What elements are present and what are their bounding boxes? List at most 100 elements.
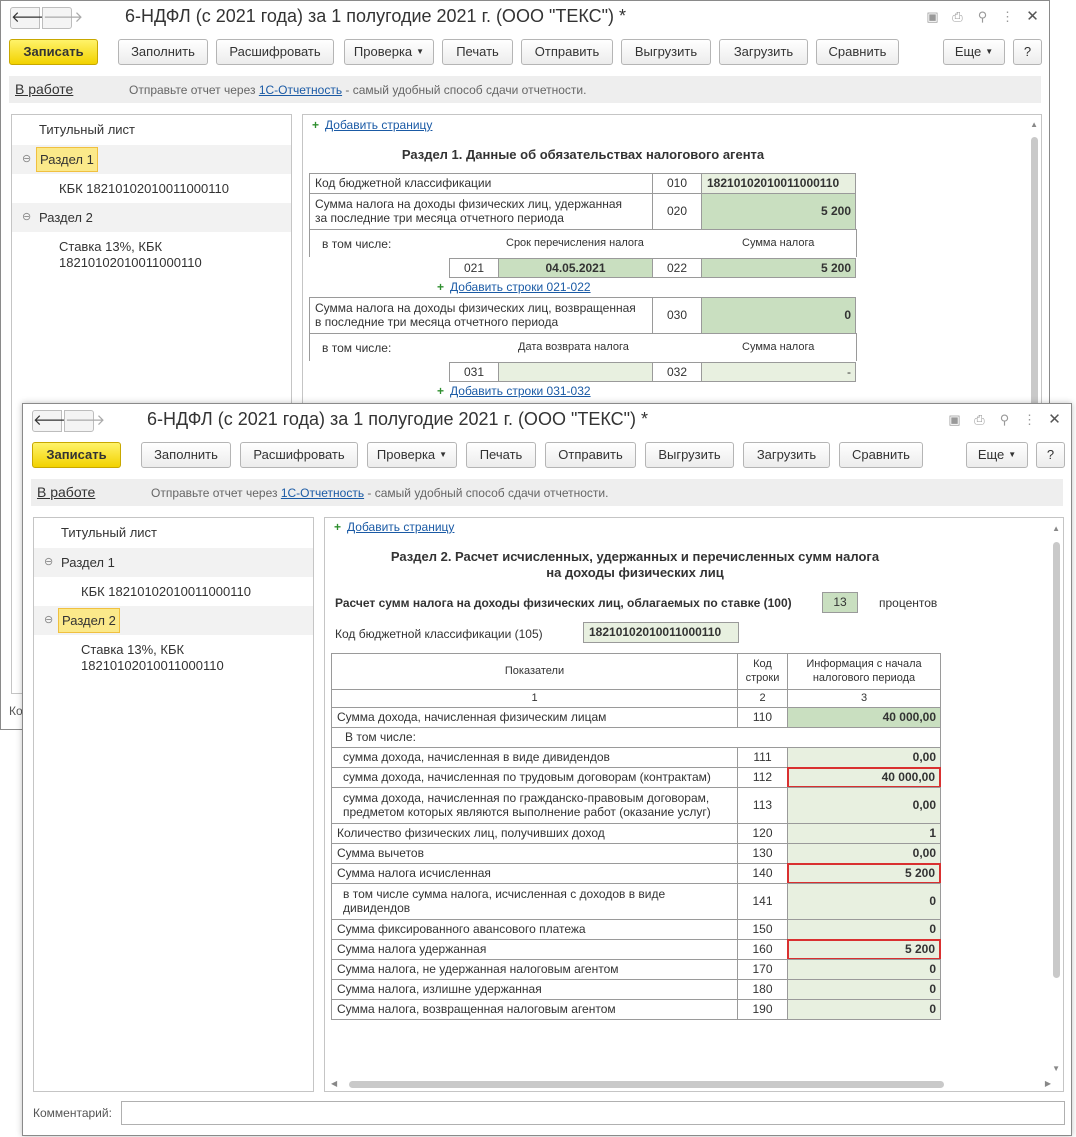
decode-button[interactable]: Расшифровать — [240, 442, 358, 468]
tree-item-title-sheet[interactable]: Титульный лист — [34, 518, 313, 547]
more-icon[interactable]: ⋮ — [1021, 411, 1038, 428]
decode-button[interactable]: Расшифровать — [216, 39, 334, 65]
collapse-icon[interactable]: ⊖ — [44, 613, 53, 626]
tree-item-kbk[interactable]: КБК 18210102010011000110 — [12, 174, 291, 203]
forward-arrow-icon[interactable]: 🡒 — [42, 7, 83, 29]
collapse-icon[interactable]: ⊖ — [22, 152, 31, 165]
tree-item-section1[interactable]: ⊖ Раздел 1 — [12, 145, 291, 174]
row-031-date-field[interactable] — [498, 362, 653, 382]
add-page-link[interactable]: + Добавить страницу — [312, 118, 432, 132]
add-page-link[interactable]: + Добавить страницу — [334, 520, 454, 534]
rate-field[interactable]: 13 — [822, 592, 858, 613]
toolbar: Записать Заполнить Расшифровать Проверка… — [31, 442, 1065, 470]
save-button[interactable]: Записать — [32, 442, 121, 468]
withheld-line-code: 020 — [652, 193, 702, 230]
collapse-icon[interactable]: ⊖ — [22, 210, 31, 223]
tree-item-label: 18210102010011000110 — [81, 658, 224, 673]
compare-button[interactable]: Сравнить — [816, 39, 899, 65]
sum-header: Сумма налога — [742, 237, 815, 249]
returned-field[interactable]: 0 — [701, 297, 856, 334]
tree-item-kbk[interactable]: КБК 18210102010011000110 — [34, 577, 313, 606]
row-141-value[interactable]: 0 — [787, 883, 941, 920]
info-message-prefix: Отправьте отчет через — [129, 83, 259, 97]
row-170-value[interactable]: 0 — [787, 959, 941, 980]
send-button[interactable]: Отправить — [545, 442, 636, 468]
row-150-value[interactable]: 0 — [787, 919, 941, 940]
add-rows-031-link[interactable]: + Добавить строки 031-032 — [437, 384, 591, 398]
comment-input[interactable] — [121, 1101, 1065, 1125]
close-icon[interactable]: ✕ — [1046, 411, 1063, 428]
including-label: В том числе: — [331, 727, 941, 748]
row-130-value[interactable]: 0,00 — [787, 843, 941, 864]
row-021-date-field[interactable]: 04.05.2021 — [498, 258, 653, 278]
tree-item-section1[interactable]: ⊖ Раздел 1 — [34, 548, 313, 577]
collapse-icon[interactable]: ⊖ — [44, 555, 53, 568]
window-title: 6-НДФЛ (с 2021 года) за 1 полугодие 2021… — [147, 409, 649, 429]
more-dropdown-button[interactable]: Еще ▼ — [966, 442, 1028, 468]
horizontal-scrollbar[interactable] — [349, 1081, 944, 1088]
import-button[interactable]: Загрузить — [743, 442, 830, 468]
send-button[interactable]: Отправить — [521, 39, 613, 65]
preview-icon[interactable]: ⚲ — [996, 411, 1013, 428]
vertical-scrollbar[interactable] — [1053, 542, 1060, 978]
kbk-line-code: 010 — [652, 173, 702, 194]
back-arrow-icon[interactable]: 🡐 — [10, 7, 51, 29]
more-icon[interactable]: ⋮ — [999, 8, 1016, 25]
scroll-up-icon[interactable]: ▲ — [1052, 524, 1060, 533]
compare-button[interactable]: Сравнить — [839, 442, 923, 468]
more-dropdown-button[interactable]: Еще ▼ — [943, 39, 1005, 65]
sum-header: Сумма налога — [742, 341, 815, 353]
scroll-right-icon[interactable]: ▶ — [1045, 1079, 1051, 1088]
forward-arrow-icon[interactable]: 🡒 — [64, 410, 105, 432]
print-icon[interactable]: ⎙ — [949, 8, 966, 25]
status-link[interactable]: В работе — [15, 81, 73, 97]
reporting-link[interactable]: 1С-Отчетность — [259, 83, 342, 97]
kbk-field[interactable]: 18210102010011000110 — [701, 173, 856, 194]
scroll-up-icon[interactable]: ▲ — [1030, 120, 1038, 129]
fill-button[interactable]: Заполнить — [118, 39, 208, 65]
close-icon[interactable]: ✕ — [1024, 8, 1041, 25]
back-arrow-icon[interactable]: 🡐 — [32, 410, 73, 432]
scroll-left-icon[interactable]: ◀ — [331, 1079, 337, 1088]
check-dropdown-button[interactable]: Проверка ▼ — [344, 39, 434, 65]
add-rows-021-link[interactable]: + Добавить строки 021-022 — [437, 280, 591, 294]
row-111-value[interactable]: 0,00 — [787, 747, 941, 768]
row-120-value[interactable]: 1 — [787, 823, 941, 844]
row-180-value[interactable]: 0 — [787, 979, 941, 1000]
row-022-sum-field[interactable]: 5 200 — [701, 258, 856, 278]
tree-item-label: Раздел 1 — [61, 555, 115, 570]
withheld-field[interactable]: 5 200 — [701, 193, 856, 230]
reporting-link[interactable]: 1С-Отчетность — [281, 486, 364, 500]
kbk-field[interactable]: 18210102010011000110 — [583, 622, 739, 643]
vertical-scrollbar[interactable] — [1031, 137, 1038, 407]
tree-item-section2[interactable]: ⊖ Раздел 2 — [34, 606, 313, 635]
help-button[interactable]: ? — [1013, 39, 1042, 65]
print-button[interactable]: Печать — [466, 442, 536, 468]
row-113-value[interactable]: 0,00 — [787, 787, 941, 824]
print-button[interactable]: Печать — [442, 39, 513, 65]
tree-item-title-sheet[interactable]: Титульный лист — [12, 115, 291, 144]
import-button[interactable]: Загрузить — [719, 39, 808, 65]
check-dropdown-button[interactable]: Проверка ▼ — [367, 442, 457, 468]
tree-item-rate[interactable]: Ставка 13%, КБК 18210102010011000110 — [12, 232, 291, 272]
row-160-value[interactable]: 5 200 — [787, 939, 941, 960]
tree-item-rate[interactable]: Ставка 13%, КБК 18210102010011000110 — [34, 635, 313, 675]
tree-item-section2[interactable]: ⊖ Раздел 2 — [12, 203, 291, 232]
status-link[interactable]: В работе — [37, 484, 95, 500]
save-icon[interactable]: ▣ — [946, 411, 963, 428]
row-190-value[interactable]: 0 — [787, 999, 941, 1020]
scroll-down-icon[interactable]: ▼ — [1052, 1064, 1060, 1073]
fill-button[interactable]: Заполнить — [141, 442, 231, 468]
export-button[interactable]: Выгрузить — [621, 39, 711, 65]
save-icon[interactable]: ▣ — [924, 8, 941, 25]
row-140-value[interactable]: 5 200 — [787, 863, 941, 884]
help-button[interactable]: ? — [1036, 442, 1065, 468]
row-130-label: Сумма вычетов — [331, 843, 738, 864]
save-button[interactable]: Записать — [9, 39, 98, 65]
preview-icon[interactable]: ⚲ — [974, 8, 991, 25]
row-032-sum-field[interactable]: - — [701, 362, 856, 382]
export-button[interactable]: Выгрузить — [645, 442, 734, 468]
row-112-value[interactable]: 40 000,00 — [787, 767, 941, 788]
print-icon[interactable]: ⎙ — [971, 411, 988, 428]
row-110-value[interactable]: 40 000,00 — [787, 707, 941, 728]
